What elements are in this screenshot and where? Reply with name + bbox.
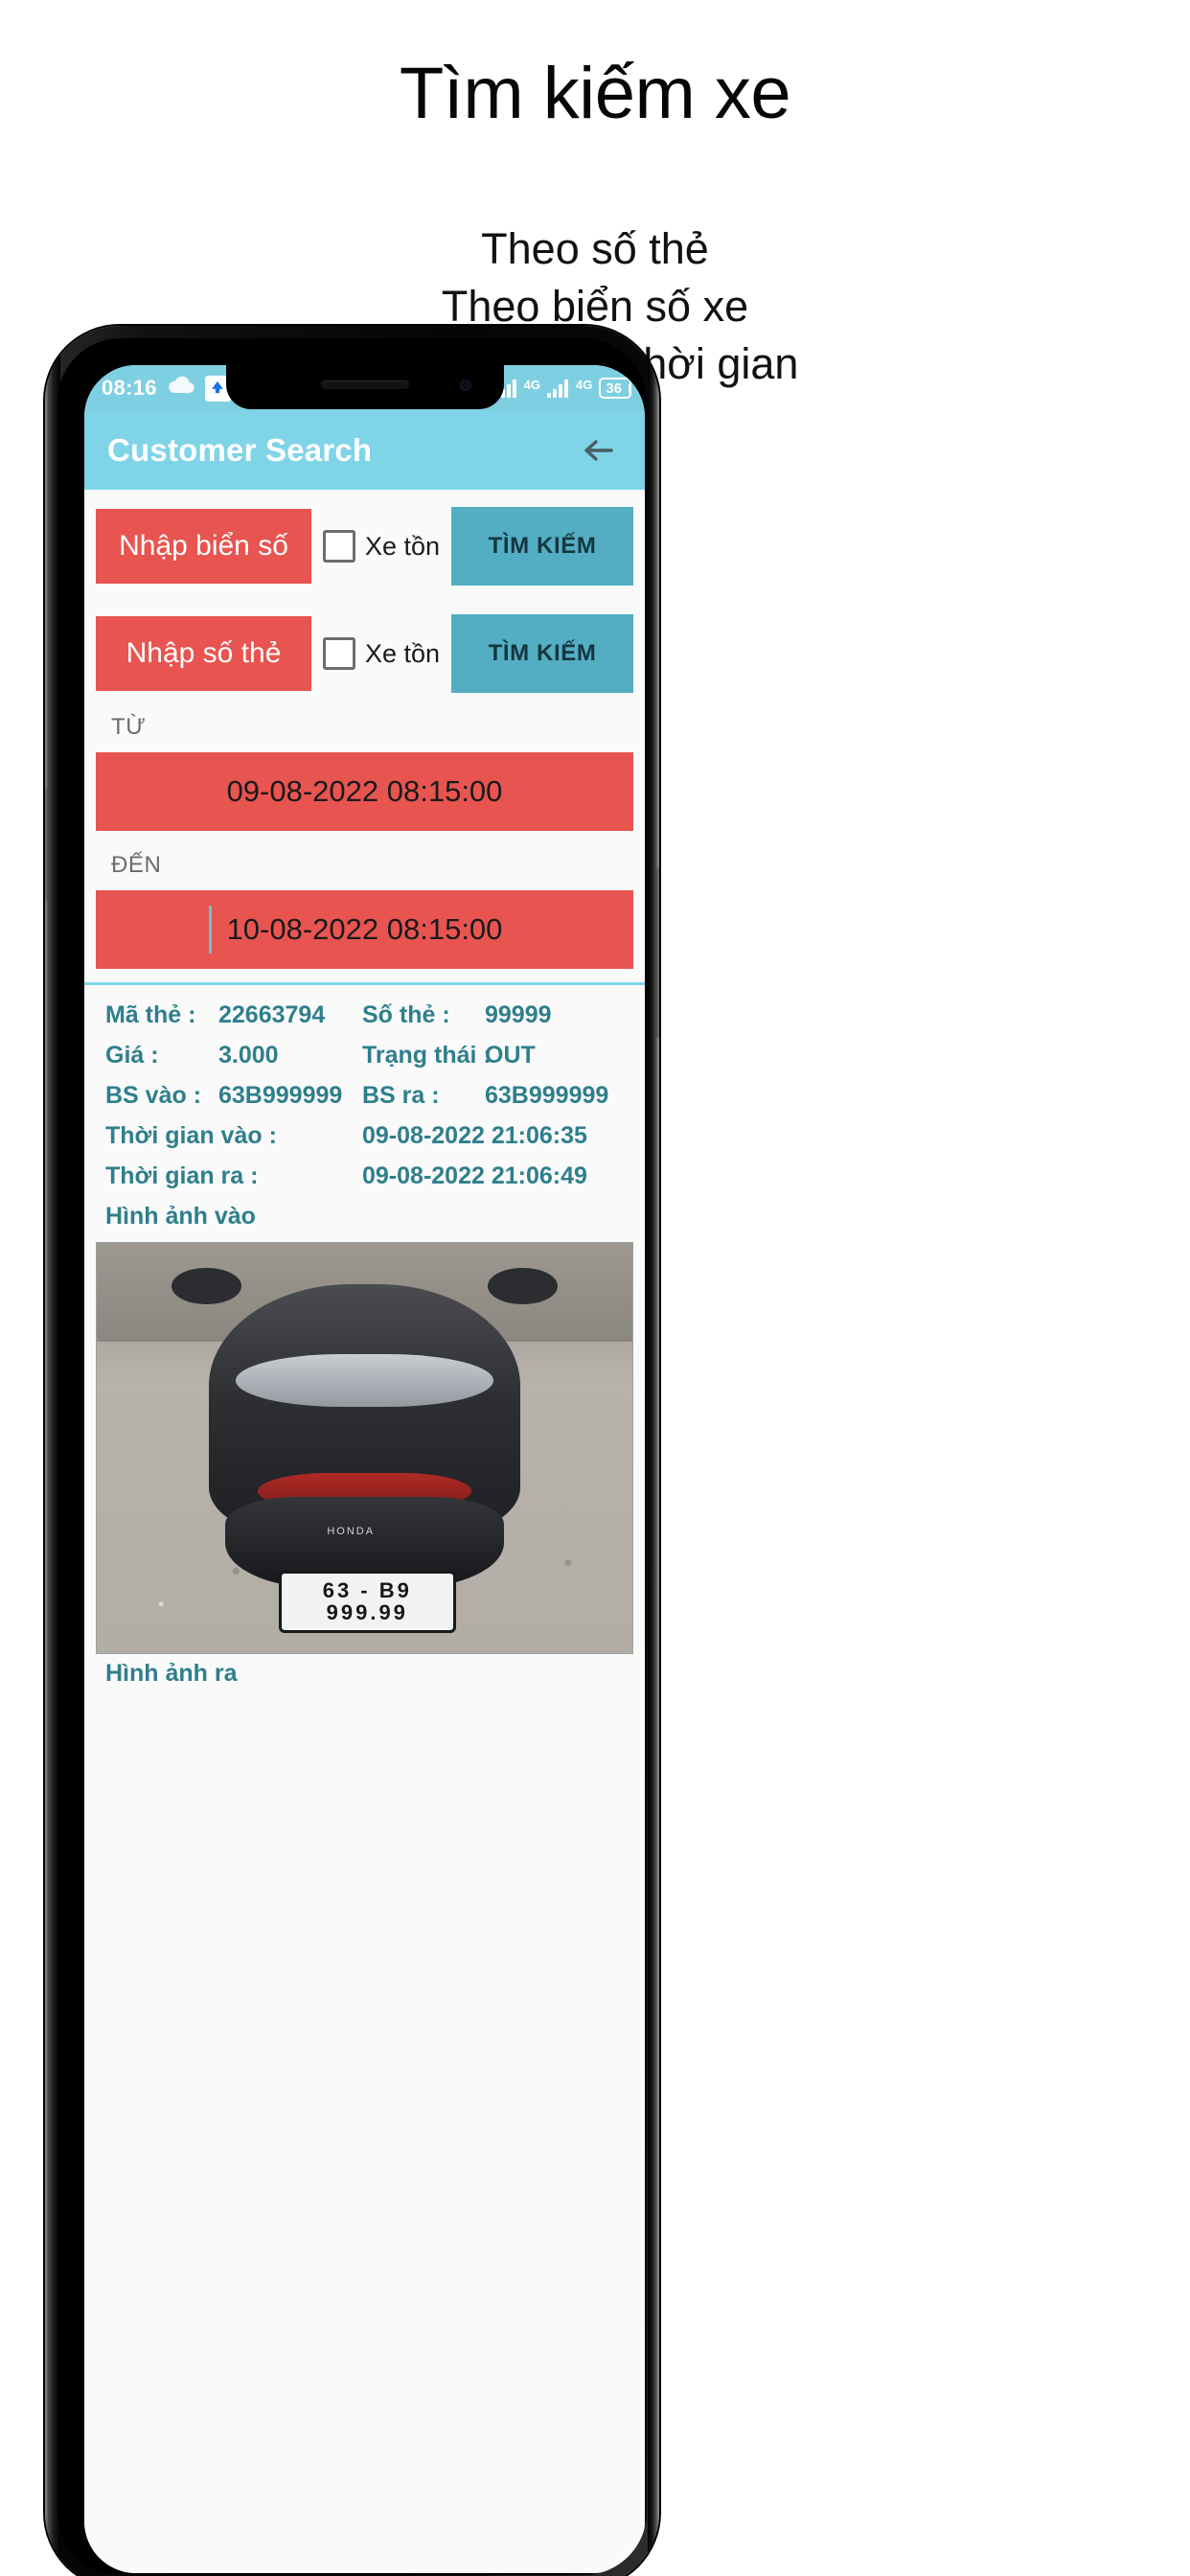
signal-bars-sim2 <box>546 379 568 398</box>
to-date-label: ĐẾN <box>111 852 162 878</box>
battery-indicator: 36 <box>599 378 631 399</box>
search-result-card: Mã thẻ : 22663794 Số thẻ : 99999 Giá : 3… <box>84 982 645 1688</box>
vehicle-in-lot-checkbox-card[interactable]: Xe tồn <box>323 637 440 670</box>
plate-out-label: BS ra : <box>362 1082 440 1109</box>
checkbox-label: Xe tồn <box>365 531 441 561</box>
card-code-value: 22663794 <box>218 1001 326 1028</box>
mirror-right <box>488 1267 558 1305</box>
volume-button[interactable] <box>45 788 49 901</box>
plate-in-label: BS vào : <box>105 1082 202 1109</box>
promo-subtitle-line-1: Theo số thẻ <box>481 224 709 273</box>
phone-mockup: 08:16 4G 4G 36 Customer Search Nhập biển… <box>45 326 659 2576</box>
plate-input-button[interactable]: Nhập biển số <box>96 509 311 584</box>
search-row-card: Nhập số thẻ Xe tồn TÌM KIẾM <box>84 614 645 693</box>
mirror-left <box>172 1267 241 1305</box>
result-fields-grid: Mã thẻ : 22663794 Số thẻ : 99999 Giá : 3… <box>84 995 645 1236</box>
vehicle-in-lot-checkbox-plate[interactable]: Xe tồn <box>323 530 440 563</box>
card-code-label: Mã thẻ : <box>105 1001 196 1028</box>
earpiece-speaker <box>320 380 409 389</box>
card-number-label: Số thẻ : <box>362 1001 450 1028</box>
search-button-card[interactable]: TÌM KIẾM <box>451 614 633 693</box>
checkbox-box[interactable] <box>323 530 355 563</box>
status-bar-clock: 08:16 <box>102 376 157 400</box>
status-value: OUT <box>485 1042 536 1069</box>
arrow-left-icon[interactable] <box>578 429 620 472</box>
power-button[interactable] <box>655 867 659 1038</box>
status-label: Trạng thái : <box>362 1042 492 1069</box>
plate-out-value: 63B999999 <box>485 1082 609 1109</box>
motorbike-seat <box>236 1353 493 1408</box>
time-in-label: Thời gian vào : <box>105 1122 277 1149</box>
license-plate-line-1: 63 - B9 <box>322 1578 412 1603</box>
card-input-button[interactable]: Nhập số thẻ <box>96 616 311 691</box>
to-date-value: 10-08-2022 08:15:00 <box>226 912 503 946</box>
photo-background: HONDA 63 - B9 999.99 <box>97 1243 632 1653</box>
network-type-sim1: 4G <box>523 378 540 392</box>
from-date-field[interactable]: 09-08-2022 08:15:00 <box>96 752 633 831</box>
phone-screen: 08:16 4G 4G 36 Customer Search Nhập biển… <box>84 365 645 2573</box>
status-bar-right: 4G 4G 36 <box>494 378 645 399</box>
price-label: Giá : <box>105 1042 159 1069</box>
license-plate: 63 - B9 999.99 <box>279 1571 456 1633</box>
time-out-value: 09-08-2022 21:06:49 <box>362 1162 587 1189</box>
to-date-field[interactable]: 10-08-2022 08:15:00 <box>96 890 633 969</box>
checkbox-box[interactable] <box>323 637 355 670</box>
page-title: Tìm kiếm xe <box>399 53 791 134</box>
status-bar-left: 08:16 <box>84 375 231 402</box>
time-in-value: 09-08-2022 21:06:35 <box>362 1122 587 1149</box>
card-number-value: 99999 <box>485 1001 552 1028</box>
image-in-label: Hình ảnh vào <box>105 1203 256 1230</box>
search-row-plate: Nhập biển số Xe tồn TÌM KIẾM <box>84 507 645 586</box>
entry-photo[interactable]: HONDA 63 - B9 999.99 <box>96 1242 633 1654</box>
checkbox-label: Xe tồn <box>365 638 441 668</box>
app-content: Nhập biển số Xe tồn TÌM KIẾM Nhập số thẻ… <box>84 490 645 2573</box>
motorbike-brand-text: HONDA <box>327 1526 376 1538</box>
from-date-label: TỪ <box>111 714 147 740</box>
phone-right-edge <box>648 326 659 2576</box>
search-button-plate[interactable]: TÌM KIẾM <box>451 507 633 586</box>
page-root: Tìm kiếm xe Theo số thẻ Theo biển số xe … <box>0 0 1190 2576</box>
cloud-icon <box>167 376 195 401</box>
license-plate-line-2: 999.99 <box>326 1600 408 1625</box>
text-cursor <box>209 906 212 954</box>
phone-bezel: 08:16 4G 4G 36 Customer Search Nhập biển… <box>57 338 647 2575</box>
front-camera <box>459 380 471 391</box>
network-type-sim2: 4G <box>575 378 593 392</box>
app-bar: Customer Search <box>84 411 645 490</box>
time-out-label: Thời gian ra : <box>105 1162 259 1189</box>
image-out-label: Hình ảnh ra <box>105 1660 238 1687</box>
price-value: 3.000 <box>218 1042 279 1069</box>
phone-notch <box>225 365 504 409</box>
app-bar-title: Customer Search <box>107 432 373 468</box>
plate-in-value: 63B999999 <box>218 1082 343 1109</box>
